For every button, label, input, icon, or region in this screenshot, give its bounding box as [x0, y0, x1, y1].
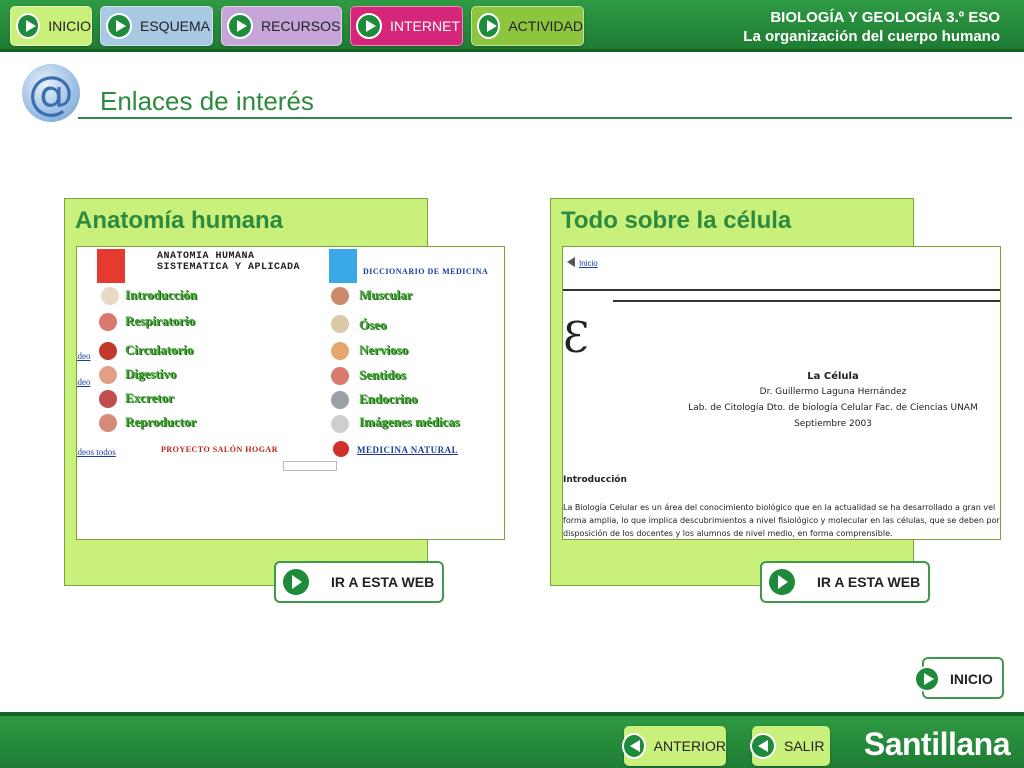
- cell-logo-icon: Ɛ: [563, 313, 590, 362]
- course-unit: La organización del cuerpo humano: [743, 28, 1000, 45]
- preview-link: Muscular: [359, 287, 413, 302]
- preview-side-link: ídeos todos: [76, 447, 116, 457]
- top-nav-bar: INICIO ESQUEMA RECURSOS INTERNET ACTIVID…: [0, 0, 1024, 52]
- nav-esquema-button[interactable]: ESQUEMA: [100, 6, 213, 46]
- back-play-icon: [750, 733, 776, 759]
- ribcage-icon: [331, 315, 349, 333]
- preview-affiliation: Lab. de Citología Dto. de biología Celul…: [688, 403, 978, 413]
- nav-label: ESQUEMA: [140, 18, 211, 34]
- nav-label: ACTIVIDAD: [508, 18, 583, 34]
- play-icon: [477, 13, 501, 39]
- exit-label: SALIR: [784, 738, 825, 754]
- previous-label: ANTERIOR: [653, 738, 726, 754]
- preview-heading: La Célula: [807, 371, 859, 382]
- preview-link: Imágenes médicas: [359, 414, 460, 429]
- preview-link: Introducción: [125, 287, 197, 302]
- preview-paragraph-line: disposición de los docentes y los alumno…: [563, 529, 893, 538]
- go-to-web-button-cell[interactable]: IR A ESTA WEB: [760, 561, 930, 603]
- back-arrow-icon: [567, 257, 575, 267]
- preview-date: Septiembre 2003: [794, 419, 872, 429]
- home-button-label: INICIO: [950, 671, 993, 687]
- play-icon: [283, 569, 309, 595]
- nav-label: INTERNET: [390, 18, 460, 34]
- preview-link: Digestivo: [125, 366, 177, 381]
- play-icon: [227, 13, 253, 39]
- link-card-anatomy: Anatomía humana ANATOMIA HUMANA SISTEMAT…: [64, 198, 505, 586]
- go-button-label: IR A ESTA WEB: [817, 574, 921, 590]
- course-subject: BIOLOGÍA Y GEOLOGÍA 3.º ESO: [770, 9, 1000, 26]
- star-flag-icon: [329, 249, 357, 283]
- previous-button[interactable]: ANTERIOR: [622, 726, 726, 766]
- uterus-icon: [99, 414, 117, 432]
- at-sign-icon: @: [22, 64, 80, 122]
- preview-link: Reproductor: [125, 414, 197, 429]
- play-icon: [914, 666, 940, 692]
- title-divider: [78, 117, 1012, 119]
- play-icon: [106, 13, 132, 39]
- preview-intro-heading: Introducción: [563, 475, 627, 485]
- preview-header-line: ANATOMIA HUMANA: [157, 251, 255, 262]
- lungs-icon: [99, 313, 117, 331]
- preview-dictionary: DICCIONARIO DE MEDICINA: [363, 267, 489, 276]
- preview-header: ANATOMIA HUMANA SISTEMATICA Y APLICADA: [157, 251, 300, 273]
- preview-link: Endocrino: [359, 391, 418, 406]
- preview-rule: [563, 289, 1000, 291]
- kidneys-icon: [99, 390, 117, 408]
- preview-link: Óseo: [359, 317, 387, 332]
- website-preview-anatomy: ANATOMIA HUMANA SISTEMATICA Y APLICADA D…: [76, 246, 505, 540]
- preview-author: Dr. Guillermo Laguna Hernández: [759, 387, 907, 397]
- muscle-figure-icon: [331, 287, 349, 305]
- preview-natural: MEDICINA NATURAL: [357, 445, 459, 455]
- xray-icon: [331, 415, 349, 433]
- nav-label: RECURSOS: [261, 18, 341, 34]
- play-icon: [16, 13, 41, 39]
- preview-link: Respiratorio: [125, 313, 196, 328]
- nav-actividad-button[interactable]: ACTIVIDAD: [471, 6, 584, 46]
- preview-search-box: [283, 461, 337, 471]
- preview-link: Excretor: [125, 390, 174, 405]
- card-title: Todo sobre la célula: [561, 207, 792, 234]
- preview-paragraph: La Biología Celular es un área del conoc…: [563, 501, 1000, 539]
- go-button-label: IR A ESTA WEB: [331, 574, 435, 590]
- back-play-icon: [622, 733, 646, 759]
- preview-side-link: ídeo: [76, 377, 91, 387]
- preview-paragraph-line: La Biología Celular es un área del conoc…: [563, 503, 996, 512]
- exit-button[interactable]: SALIR: [750, 726, 830, 766]
- preview-link: Circulatorio: [125, 342, 194, 357]
- preview-back-link: Inicio: [579, 259, 598, 268]
- preview-header-line: SISTEMATICA Y APLICADA: [157, 262, 301, 273]
- course-title: BIOLOGÍA Y GEOLOGÍA 3.º ESO La organizac…: [743, 8, 1000, 46]
- link-card-cell: Todo sobre la célula Inicio Ɛ La Célula …: [550, 198, 1001, 586]
- page-title: Enlaces de interés: [100, 86, 314, 116]
- nav-label: INICIO: [48, 18, 91, 34]
- card-title: Anatomía humana: [75, 207, 284, 234]
- stomach-icon: [99, 366, 117, 384]
- preview-paragraph-line: forma amplia, lo que implica descubrimie…: [563, 516, 1000, 525]
- preview-rule: [613, 300, 1000, 302]
- home-button[interactable]: INICIO: [914, 657, 1004, 699]
- preview-project: PROYECTO SALÓN HOGAR: [161, 445, 278, 454]
- app-window: INICIO ESQUEMA RECURSOS INTERNET ACTIVID…: [0, 0, 1024, 768]
- nav-recursos-button[interactable]: RECURSOS: [221, 6, 342, 46]
- star-flag-icon: [97, 249, 125, 283]
- apple-icon: [333, 441, 349, 457]
- preview-side-link: ídeo: [76, 351, 91, 361]
- go-to-web-button-anatomy[interactable]: IR A ESTA WEB: [274, 561, 444, 603]
- nav-inicio-button[interactable]: INICIO: [10, 6, 92, 46]
- play-icon: [769, 569, 795, 595]
- skeleton-figure-icon: [101, 287, 119, 305]
- play-icon: [356, 13, 382, 39]
- heart-icon: [99, 342, 117, 360]
- brand-logo: Santillana: [863, 726, 1011, 762]
- syringe-icon: [331, 391, 349, 409]
- eye-icon: [331, 367, 349, 385]
- website-preview-cell: Inicio Ɛ La Célula Dr. Guillermo Laguna …: [562, 246, 1001, 540]
- preview-link: Nervioso: [359, 342, 409, 357]
- nav-internet-button[interactable]: INTERNET: [350, 6, 463, 46]
- preview-link: Sentidos: [359, 367, 406, 382]
- brain-icon: [331, 342, 349, 360]
- bottom-bar: ANTERIOR SALIR Santillana: [0, 712, 1024, 768]
